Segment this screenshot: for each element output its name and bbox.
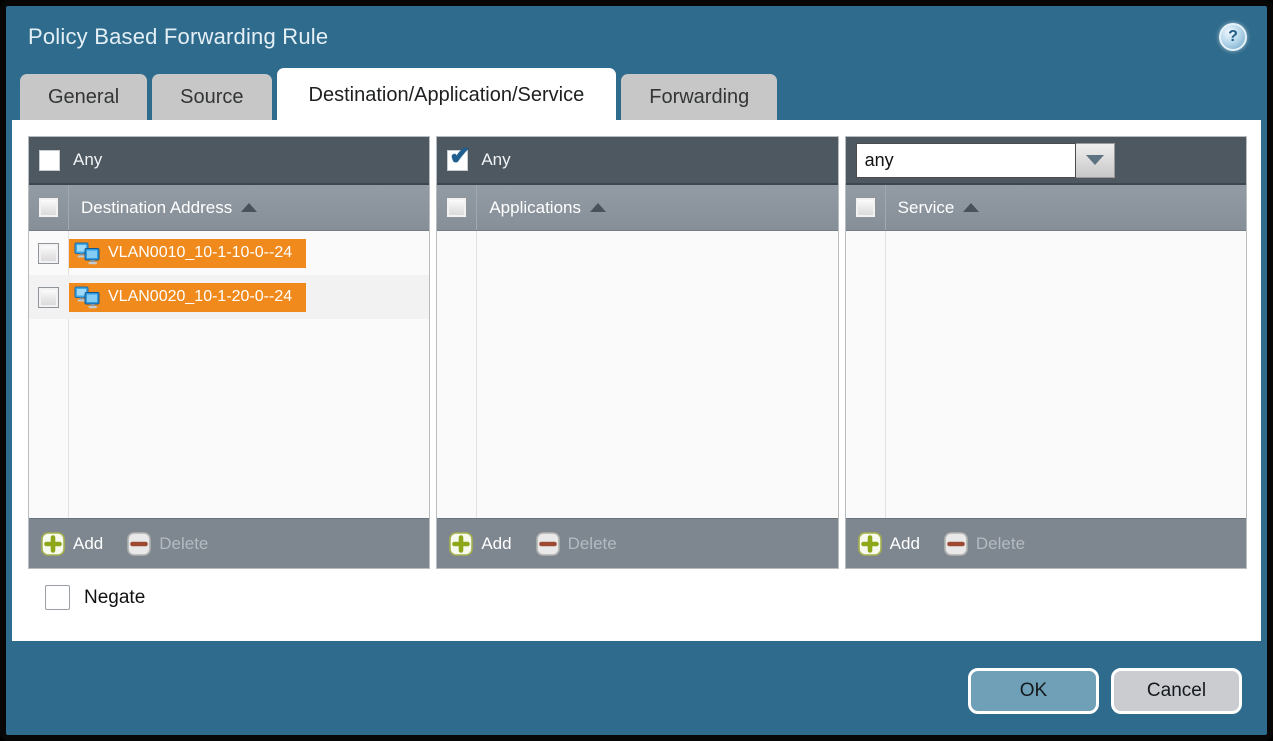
delete-label: Delete [976, 534, 1025, 554]
address-object-chip[interactable]: VLAN0010_10-1-10-0--24 [69, 239, 306, 268]
checkbox-column-divider [885, 231, 886, 518]
checkmark-icon: ✔ [449, 144, 470, 169]
destination-address-panel: Any Destination Address [28, 136, 430, 569]
applications-toolbar: Add Delete [437, 518, 837, 568]
row-checkbox[interactable] [38, 243, 59, 264]
delete-label: Delete [159, 534, 208, 554]
delete-button[interactable]: Delete [127, 532, 208, 556]
checkbox-column-divider [476, 231, 477, 518]
dialog-titlebar: Policy Based Forwarding Rule ? [6, 6, 1267, 68]
service-list [846, 231, 1246, 518]
applications-panel: ✔ Any Applications [436, 136, 838, 569]
dropdown-arrow-button[interactable] [1076, 143, 1115, 178]
applications-select-all-checkbox[interactable] [446, 197, 467, 218]
tab-general[interactable]: General [20, 74, 147, 120]
service-dropdown-header [846, 137, 1246, 185]
sort-asc-icon [241, 203, 257, 212]
delete-button[interactable]: Delete [944, 532, 1025, 556]
service-header-label: Service [898, 198, 955, 218]
destination-toolbar: Add Delete [29, 518, 429, 568]
service-dropdown-value[interactable] [856, 143, 1076, 178]
negate-label: Negate [84, 587, 145, 609]
service-dropdown [856, 143, 1115, 178]
delete-button[interactable]: Delete [536, 532, 617, 556]
negate-checkbox[interactable] [45, 585, 70, 610]
add-button[interactable]: Add [858, 532, 920, 556]
ok-button[interactable]: OK [968, 668, 1099, 714]
delete-minus-icon [127, 532, 151, 556]
add-button[interactable]: Add [41, 532, 103, 556]
network-address-icon [74, 286, 100, 309]
destination-any-header: Any [29, 137, 429, 185]
address-object-label: VLAN0020_10-1-20-0--24 [108, 288, 292, 306]
pbf-rule-dialog: Policy Based Forwarding Rule ? General S… [0, 0, 1273, 741]
destination-column-header[interactable]: Destination Address [29, 185, 429, 231]
destination-any-label: Any [73, 150, 102, 170]
cancel-button[interactable]: Cancel [1111, 668, 1242, 714]
add-label: Add [890, 534, 920, 554]
service-panel: Service Add [845, 136, 1247, 569]
destination-any-checkbox[interactable] [39, 150, 60, 171]
service-column-header[interactable]: Service [846, 185, 1246, 231]
address-object-label: VLAN0010_10-1-10-0--24 [108, 244, 292, 262]
applications-list [437, 231, 837, 518]
add-label: Add [73, 534, 103, 554]
chevron-down-icon [1086, 155, 1104, 165]
sort-asc-icon [590, 203, 606, 212]
table-row[interactable]: VLAN0020_10-1-20-0--24 [29, 275, 429, 319]
negate-row: Negate [45, 585, 1247, 610]
tab-content: Any Destination Address [12, 120, 1261, 641]
dialog-footer: OK Cancel [6, 641, 1267, 735]
help-icon[interactable]: ? [1219, 23, 1247, 51]
tab-source[interactable]: Source [152, 74, 271, 120]
destination-header-label: Destination Address [81, 198, 232, 218]
service-toolbar: Add Delete [846, 518, 1246, 568]
question-mark-glyph: ? [1228, 28, 1238, 46]
tab-forwarding[interactable]: Forwarding [621, 74, 777, 120]
destination-select-all-checkbox[interactable] [38, 197, 59, 218]
add-plus-icon [449, 532, 473, 556]
applications-any-checkbox[interactable]: ✔ [447, 150, 468, 171]
columns-container: Any Destination Address [28, 136, 1247, 569]
sort-asc-icon [963, 203, 979, 212]
tab-destination-application-service[interactable]: Destination/Application/Service [277, 68, 617, 120]
network-address-icon [74, 242, 100, 265]
applications-any-header: ✔ Any [437, 137, 837, 185]
address-object-chip[interactable]: VLAN0020_10-1-20-0--24 [69, 283, 306, 312]
add-button[interactable]: Add [449, 532, 511, 556]
add-plus-icon [858, 532, 882, 556]
delete-minus-icon [536, 532, 560, 556]
applications-any-label: Any [481, 150, 510, 170]
table-row[interactable]: VLAN0010_10-1-10-0--24 [29, 231, 429, 275]
applications-header-label: Applications [489, 198, 581, 218]
destination-list: VLAN0010_10-1-10-0--24 VLAN0020_10-1-20-… [29, 231, 429, 518]
dialog-title: Policy Based Forwarding Rule [28, 24, 1219, 50]
applications-column-header[interactable]: Applications [437, 185, 837, 231]
delete-minus-icon [944, 532, 968, 556]
add-plus-icon [41, 532, 65, 556]
add-label: Add [481, 534, 511, 554]
tab-bar: General Source Destination/Application/S… [6, 68, 1267, 120]
delete-label: Delete [568, 534, 617, 554]
service-select-all-checkbox[interactable] [855, 197, 876, 218]
row-checkbox[interactable] [38, 287, 59, 308]
